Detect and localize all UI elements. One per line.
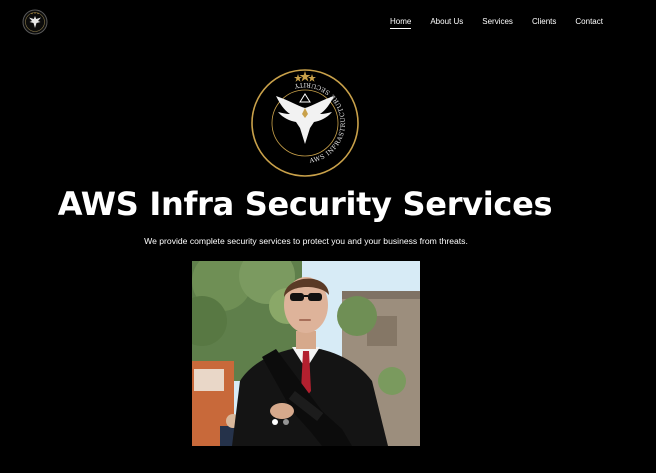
site-logo[interactable]: [22, 9, 48, 35]
hero-image: [192, 261, 420, 446]
slider-dot-2[interactable]: [283, 419, 289, 425]
nav-item-about-us[interactable]: About Us: [430, 17, 463, 29]
nav-item-clients[interactable]: Clients: [532, 17, 556, 29]
hero-subtitle: We provide complete security services to…: [144, 236, 468, 246]
slider-dot-1[interactable]: [272, 419, 278, 425]
slider-dots: [272, 419, 289, 425]
nav-item-services[interactable]: Services: [482, 17, 513, 29]
page: Home About Us Services Clients Contact A…: [0, 0, 656, 473]
hero-emblem: AWS INFRASTRUCTURE SECURITY: [250, 68, 360, 178]
nav-item-contact[interactable]: Contact: [575, 17, 603, 29]
eagle-emblem-icon: AWS INFRASTRUCTURE SECURITY: [251, 69, 359, 177]
page-title: AWS Infra Security Services: [57, 185, 553, 223]
security-guard-image: [192, 261, 420, 446]
main-nav: Home About Us Services Clients Contact: [390, 17, 603, 29]
eagle-logo-icon: [22, 9, 48, 35]
nav-item-home[interactable]: Home: [390, 17, 412, 29]
